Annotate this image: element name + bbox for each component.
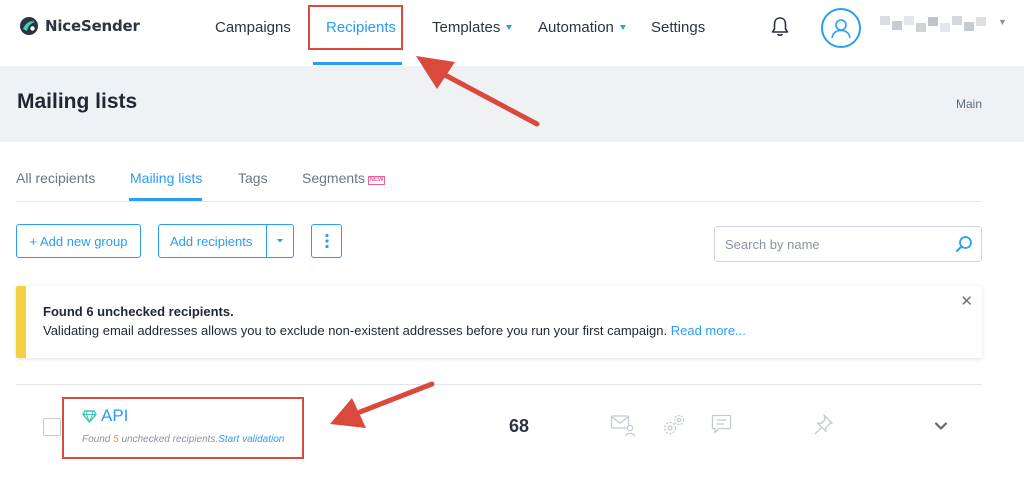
- annotation-arrows: [330, 56, 540, 428]
